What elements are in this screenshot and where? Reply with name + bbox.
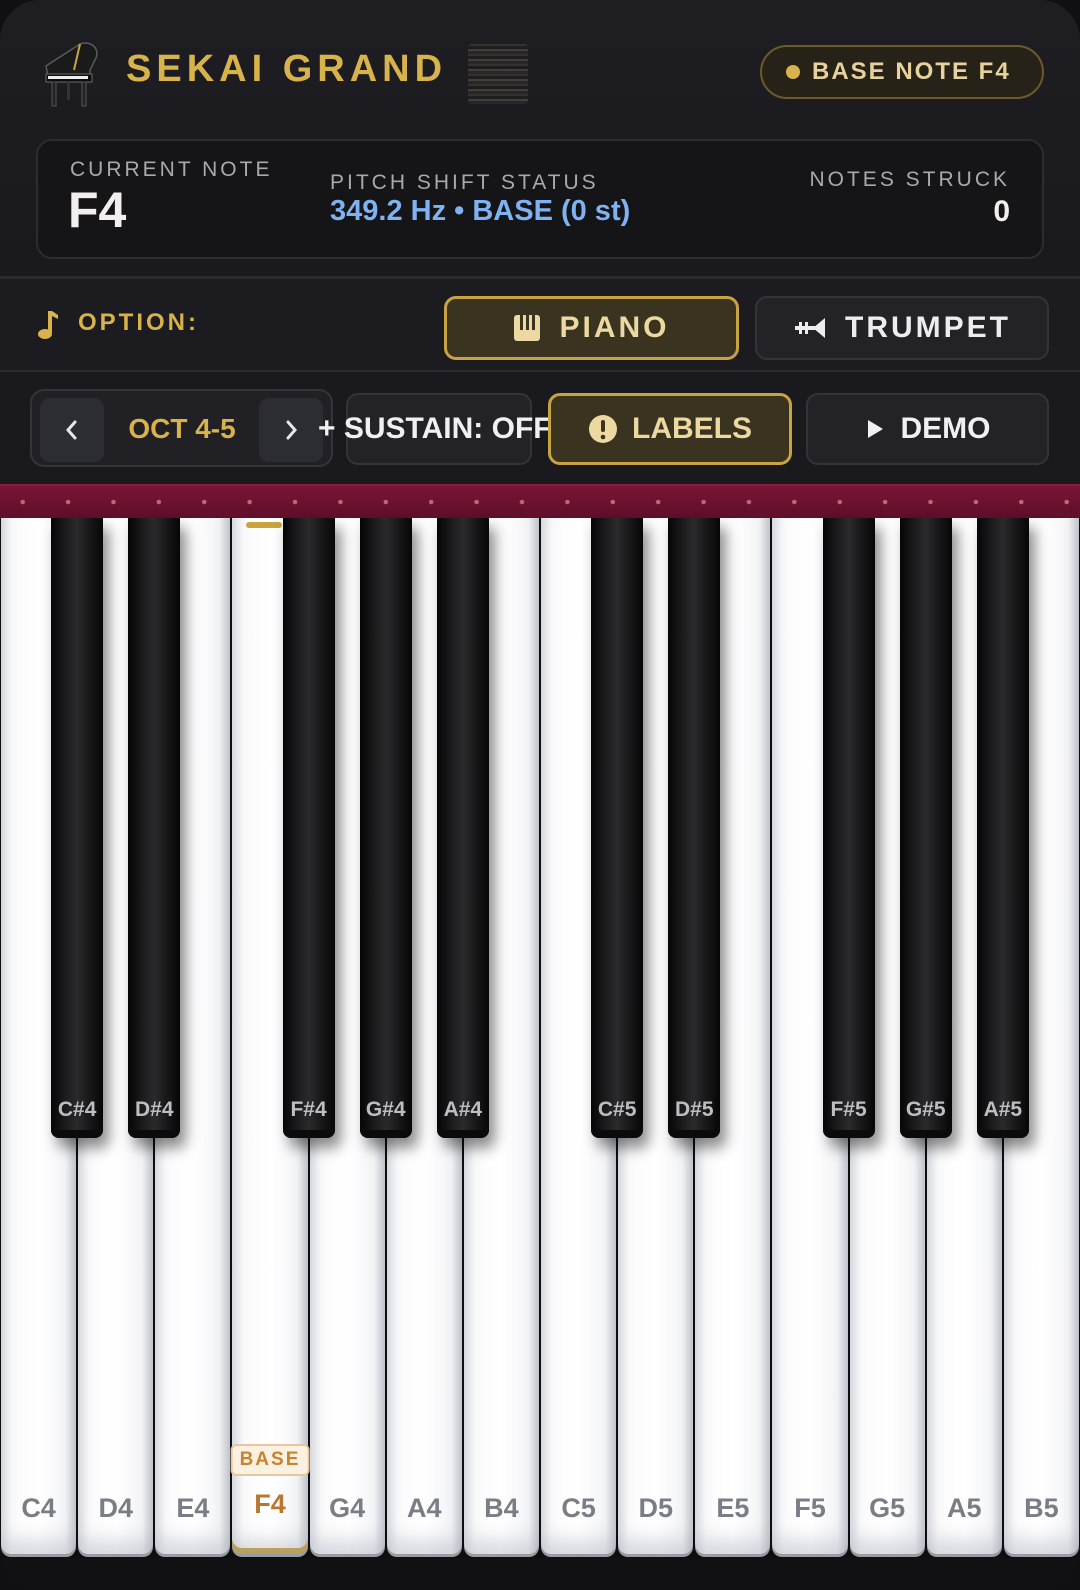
black-key-f-sharp4[interactable]: F#4 — [282, 518, 335, 1138]
key-label: F5 — [794, 1493, 826, 1523]
labels-toggle-label: LABELS — [632, 412, 752, 445]
control-row: OCT 4-5 + SUSTAIN: OFF LABELS DEMO — [0, 372, 1080, 484]
key-label: A#4 — [443, 1098, 483, 1121]
key-label: C#4 — [57, 1098, 97, 1121]
option-label: OPTION: — [78, 309, 199, 336]
octave-selector: OCT 4-5 — [30, 389, 333, 467]
app-title: SEKAI GRAND — [126, 48, 448, 90]
labels-toggle-button[interactable]: LABELS — [548, 393, 792, 465]
black-key-d-sharp4[interactable]: D#4 — [128, 518, 181, 1138]
key-label: C5 — [561, 1493, 596, 1523]
trumpet-icon — [795, 318, 825, 338]
black-key-c-sharp4[interactable]: C#4 — [51, 518, 104, 1138]
current-note-value: F4 — [68, 182, 127, 238]
key-label: D#5 — [675, 1098, 714, 1121]
key-label: F#5 — [830, 1098, 867, 1121]
key-label: F#4 — [290, 1098, 327, 1121]
black-key-g-sharp5[interactable]: G#5 — [899, 518, 952, 1138]
pitch-shift-value: 349.2 Hz • BASE (0 st) — [330, 195, 631, 227]
grand-piano-icon — [45, 42, 98, 107]
key-label: F4 — [254, 1489, 286, 1519]
felt-dots — [0, 499, 1080, 505]
piano-option-label: PIANO — [559, 311, 670, 344]
play-icon — [867, 420, 883, 438]
key-label: B4 — [484, 1493, 519, 1523]
base-key-tag: BASE — [230, 1444, 310, 1476]
key-label: D4 — [98, 1493, 133, 1523]
black-key-g-sharp4[interactable]: G#4 — [359, 518, 412, 1138]
app-window: SEKAI GRAND BASE NOTE F4 CURRENT NOTE F4… — [0, 0, 1080, 1590]
key-label: G#5 — [905, 1098, 946, 1121]
base-note-badge: BASE NOTE F4 — [760, 45, 1044, 99]
base-note-text: BASE NOTE F4 — [812, 58, 1011, 85]
key-label: B5 — [1024, 1493, 1059, 1523]
trumpet-option-label: TRUMPET — [845, 311, 1011, 344]
demo-button-label: DEMO — [900, 412, 991, 445]
key-label: D5 — [638, 1493, 673, 1523]
keyboard-bottom-rail — [0, 1558, 1080, 1590]
current-note-label: CURRENT NOTE — [70, 158, 273, 181]
header: SEKAI GRAND BASE NOTE F4 CURRENT NOTE F4… — [0, 0, 1080, 276]
music-note-icon — [38, 311, 58, 339]
key-felt-strip — [0, 484, 1080, 518]
black-key-a-sharp5[interactable]: A#5 — [976, 518, 1029, 1138]
pitch-shift-label: PITCH SHIFT STATUS — [330, 171, 599, 194]
trumpet-option-button[interactable]: TRUMPET — [755, 296, 1049, 360]
base-key-marker — [246, 522, 283, 528]
key-label: G4 — [329, 1493, 366, 1523]
key-label: C#5 — [597, 1098, 637, 1121]
instrument-option-row: OPTION: PIANO TRUMPET — [0, 276, 1080, 372]
alert-circle-icon — [589, 415, 617, 443]
black-key-c-sharp5[interactable]: C#5 — [591, 518, 644, 1138]
notes-struck-label: NOTES STRUCK — [809, 168, 1010, 191]
octave-next-button[interactable] — [259, 398, 323, 462]
key-label: G#4 — [365, 1098, 406, 1121]
black-key-d-sharp5[interactable]: D#5 — [668, 518, 721, 1138]
piano-option-button[interactable]: PIANO — [444, 296, 739, 360]
status-dot-icon — [786, 65, 800, 79]
key-label: E4 — [176, 1493, 210, 1523]
key-label: A#5 — [983, 1098, 1023, 1121]
notes-struck-value: 0 — [993, 195, 1010, 228]
key-label: G5 — [869, 1493, 906, 1523]
black-key-f-sharp5[interactable]: F#5 — [822, 518, 875, 1138]
piano-keys-icon — [514, 315, 541, 341]
piano-finish-swatch[interactable] — [468, 44, 528, 104]
status-panel: CURRENT NOTE F4 PITCH SHIFT STATUS 349.2… — [36, 139, 1044, 259]
demo-button[interactable]: DEMO — [806, 393, 1049, 465]
octave-prev-button[interactable] — [40, 398, 104, 462]
piano-keyboard: C4 D4 E4 F4 BASE G4 A4 B4 C5 D5 E5 F5 G5 A5 B5 C#4 D#4 F#… — [0, 518, 1080, 1558]
chevron-right-icon — [286, 420, 297, 440]
key-label: A4 — [407, 1493, 442, 1523]
key-label: D#4 — [135, 1098, 174, 1121]
chevron-left-icon — [66, 420, 77, 440]
key-label: A5 — [947, 1493, 982, 1523]
octave-range-label: OCT 4-5 — [128, 413, 236, 444]
key-label: E5 — [716, 1493, 750, 1523]
sustain-toggle-label: + SUSTAIN: OFF — [318, 412, 552, 445]
key-label: C4 — [21, 1493, 56, 1523]
black-key-a-sharp4[interactable]: A#4 — [436, 518, 489, 1138]
